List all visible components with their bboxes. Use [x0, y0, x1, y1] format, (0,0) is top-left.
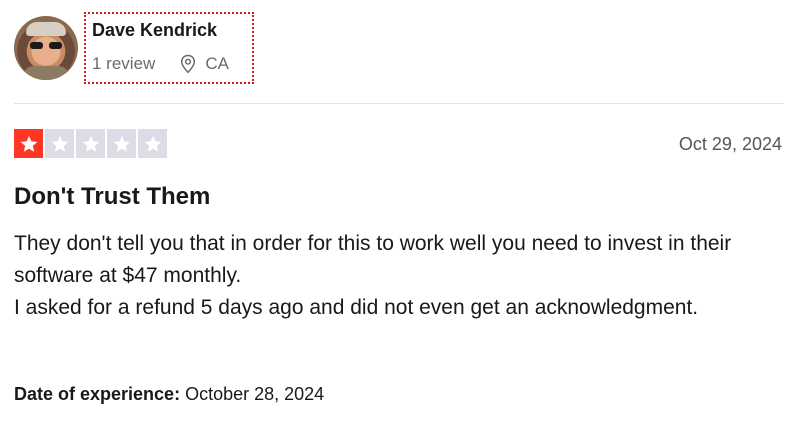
- star-filled-icon: [14, 129, 43, 158]
- avatar[interactable]: [14, 16, 78, 80]
- review-paragraph: They don't tell you that in order for th…: [14, 232, 732, 287]
- consumer-location: CA: [179, 54, 229, 74]
- consumer-meta: 1 review CA: [92, 54, 229, 74]
- review-date: Oct 29, 2024: [678, 134, 782, 154]
- review-body: They don't tell you that in order for th…: [14, 228, 794, 324]
- avatar-hair: [26, 22, 66, 36]
- review-paragraph: I asked for a refund 5 days ago and did …: [14, 296, 699, 319]
- star-rating: [14, 129, 167, 158]
- avatar-sunglasses: [30, 42, 62, 49]
- avatar-shirt: [22, 66, 70, 80]
- date-of-experience: Date of experience: October 28, 2024: [14, 384, 324, 405]
- experience-date: October 28, 2024: [185, 384, 325, 404]
- star-empty-icon: [138, 129, 167, 158]
- star-empty-icon: [45, 129, 74, 158]
- location-label: CA: [205, 54, 229, 73]
- consumer-name[interactable]: Dave Kendrick: [92, 20, 217, 41]
- review-count: 1 review: [92, 54, 156, 73]
- star-empty-icon: [76, 129, 105, 158]
- divider: [14, 103, 784, 104]
- star-empty-icon: [107, 129, 136, 158]
- location-pin-icon: [181, 54, 196, 74]
- experience-label: Date of experience:: [14, 384, 181, 404]
- review-title[interactable]: Don't Trust Them: [14, 183, 210, 211]
